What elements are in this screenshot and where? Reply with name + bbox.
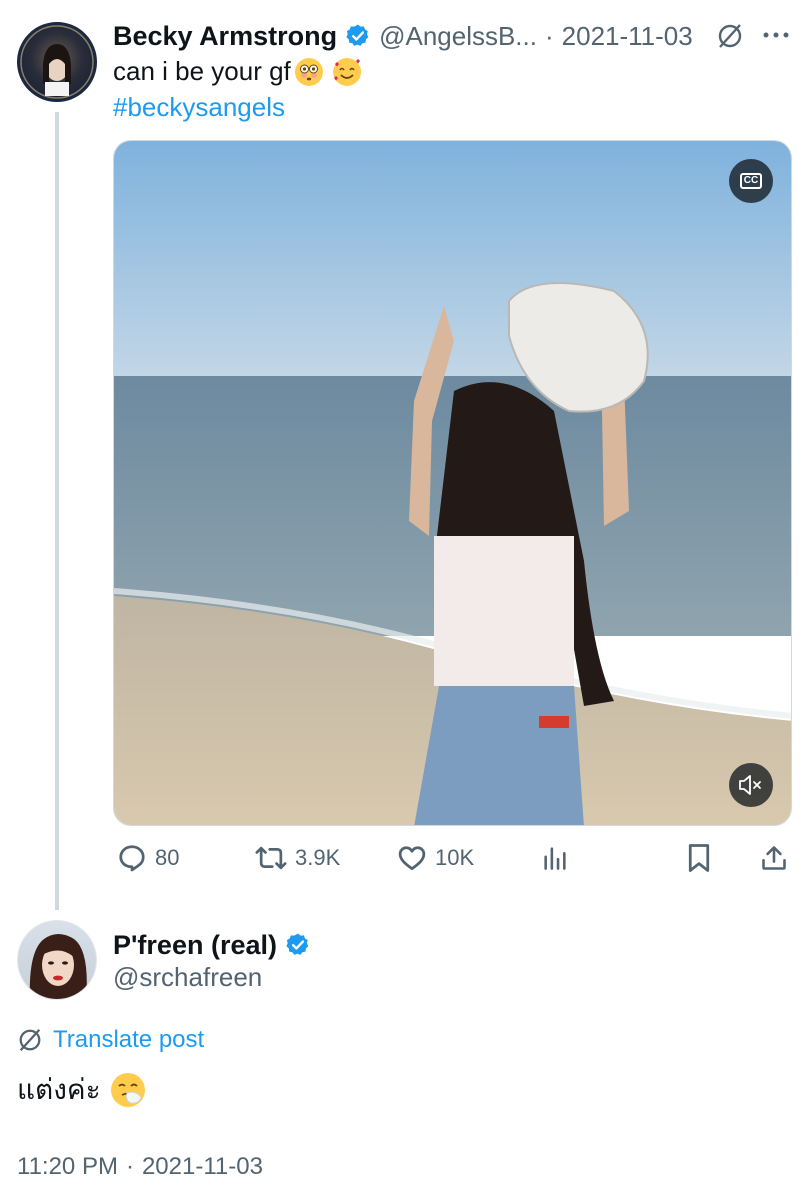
author-name[interactable]: Becky Armstrong <box>113 21 337 52</box>
translate-globe-icon <box>19 1029 41 1051</box>
reply-bubble-icon <box>119 845 145 872</box>
reply-action[interactable]: 80 <box>117 843 179 873</box>
reply-author-handle[interactable]: @srchafreen <box>113 962 262 993</box>
translate-globe-icon[interactable] <box>716 22 744 50</box>
reply-header: P'freen (real) <box>113 928 311 962</box>
cc-label: CC <box>739 173 763 189</box>
closed-captions-button[interactable]: CC <box>729 159 773 203</box>
tweet-body: can i be your gf <box>113 56 291 86</box>
video-frame <box>114 141 791 825</box>
speaker-muted-icon <box>739 775 761 795</box>
repost-action[interactable]: 3.9K <box>255 843 340 873</box>
repost-arrows-icon <box>255 846 287 870</box>
more-options-icon[interactable] <box>762 30 790 40</box>
heart-icon <box>398 846 426 870</box>
post-date[interactable]: 2021-11-03 <box>562 21 693 52</box>
verified-badge-icon <box>346 24 369 46</box>
flushed-face-emoji-icon <box>294 57 323 86</box>
verified-badge-icon <box>286 933 309 955</box>
avatar-pfreen[interactable] <box>17 920 97 1000</box>
avatar-becky-image <box>20 25 94 99</box>
reply-date: 2021-11-03 <box>141 1153 263 1180</box>
tweet-header: Becky Armstrong @AngelssB... · 2021-11-0… <box>113 18 693 54</box>
bookmark-action[interactable] <box>686 843 712 873</box>
reply-time: 11:20 PM <box>17 1153 118 1180</box>
views-bar-chart-icon <box>544 847 566 870</box>
dot-separator: · <box>544 20 554 51</box>
share-action[interactable] <box>760 843 788 873</box>
reply-body: แต่งค่ะ <box>17 1073 101 1106</box>
video-player[interactable]: CC <box>113 140 792 826</box>
views-action[interactable] <box>541 843 569 873</box>
reply-timestamp[interactable]: 11:20 PM · 2021-11-03 <box>17 1153 263 1181</box>
hashtag-link[interactable]: #beckysangels <box>113 92 285 123</box>
like-count: 10K <box>435 845 475 870</box>
share-upload-icon <box>762 846 786 870</box>
reply-count: 80 <box>155 845 180 870</box>
reply-author-name[interactable]: P'freen (real) <box>113 930 277 961</box>
avatar-pfreen-image <box>29 934 87 999</box>
translate-post-link[interactable]: Translate post <box>17 1026 204 1054</box>
reply-text: แต่งค่ะ <box>17 1068 145 1112</box>
repost-count: 3.9K <box>295 845 341 870</box>
translate-post-label: Translate post <box>53 1026 205 1053</box>
smiling-face-with-hearts-emoji-icon <box>332 57 361 86</box>
mute-toggle-button[interactable] <box>729 763 773 807</box>
dot-separator: · <box>125 1153 134 1180</box>
bookmark-icon <box>688 844 710 872</box>
tweet-text: can i be your gf <box>113 56 361 87</box>
avatar-becky[interactable] <box>17 22 97 102</box>
like-action[interactable]: 10K <box>397 843 474 873</box>
author-handle[interactable]: @AngelssB... <box>379 21 537 52</box>
thread-connector-line <box>55 112 59 910</box>
sneezing-face-emoji-icon <box>110 1073 145 1107</box>
